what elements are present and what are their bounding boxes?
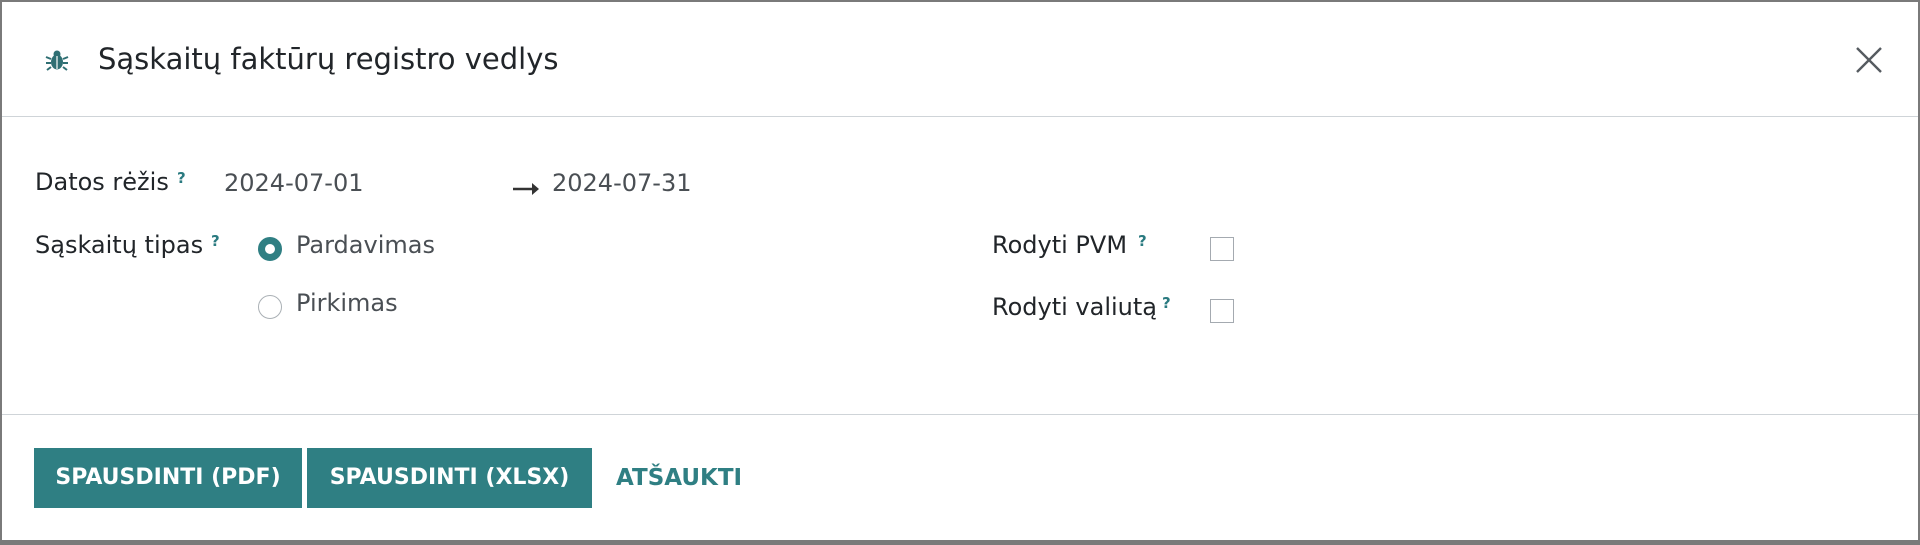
date-range-help-icon[interactable]: ? xyxy=(177,170,186,186)
date-end-input[interactable]: 2024-07-31 xyxy=(552,168,691,198)
show-vat-help-icon[interactable]: ? xyxy=(1138,233,1147,249)
close-icon[interactable] xyxy=(1852,43,1886,77)
print-pdf-button[interactable]: SPAUSDINTI (PDF) xyxy=(34,448,302,508)
show-currency-checkbox[interactable] xyxy=(1210,299,1234,323)
arrow-right-icon xyxy=(512,181,540,195)
bug-icon xyxy=(44,47,70,73)
dialog-footer: SPAUSDINTI (PDF) SPAUSDINTI (XLSX) ATŠAU… xyxy=(2,414,1918,541)
wizard-dialog: Sąskaitų faktūrų registro vedlys Datos r… xyxy=(2,2,1918,540)
invoice-type-label: Sąskaitų tipas xyxy=(35,231,204,259)
date-range-label: Datos rėžis xyxy=(35,168,169,196)
date-start-input[interactable]: 2024-07-01 xyxy=(224,168,363,198)
dialog-body: Datos rėžis ? 2024-07-01 2024-07-31 Sąsk… xyxy=(2,117,1918,414)
show-vat-checkbox[interactable] xyxy=(1210,237,1234,261)
show-currency-help-icon[interactable]: ? xyxy=(1162,295,1171,311)
dialog-header: Sąskaitų faktūrų registro vedlys xyxy=(2,2,1918,117)
radio-pirkimas[interactable] xyxy=(258,295,282,319)
print-xlsx-button[interactable]: SPAUSDINTI (XLSX) xyxy=(307,448,592,508)
radio-label-pardavimas[interactable]: Pardavimas xyxy=(296,230,435,260)
show-vat-label: Rodyti PVM xyxy=(992,231,1128,259)
dialog-title: Sąskaitų faktūrų registro vedlys xyxy=(98,42,559,76)
radio-pardavimas[interactable] xyxy=(258,237,282,261)
show-currency-label: Rodyti valiutą xyxy=(992,293,1157,321)
radio-label-pirkimas[interactable]: Pirkimas xyxy=(296,288,398,318)
cancel-button[interactable]: ATŠAUKTI xyxy=(616,448,742,508)
invoice-type-help-icon[interactable]: ? xyxy=(211,233,220,249)
